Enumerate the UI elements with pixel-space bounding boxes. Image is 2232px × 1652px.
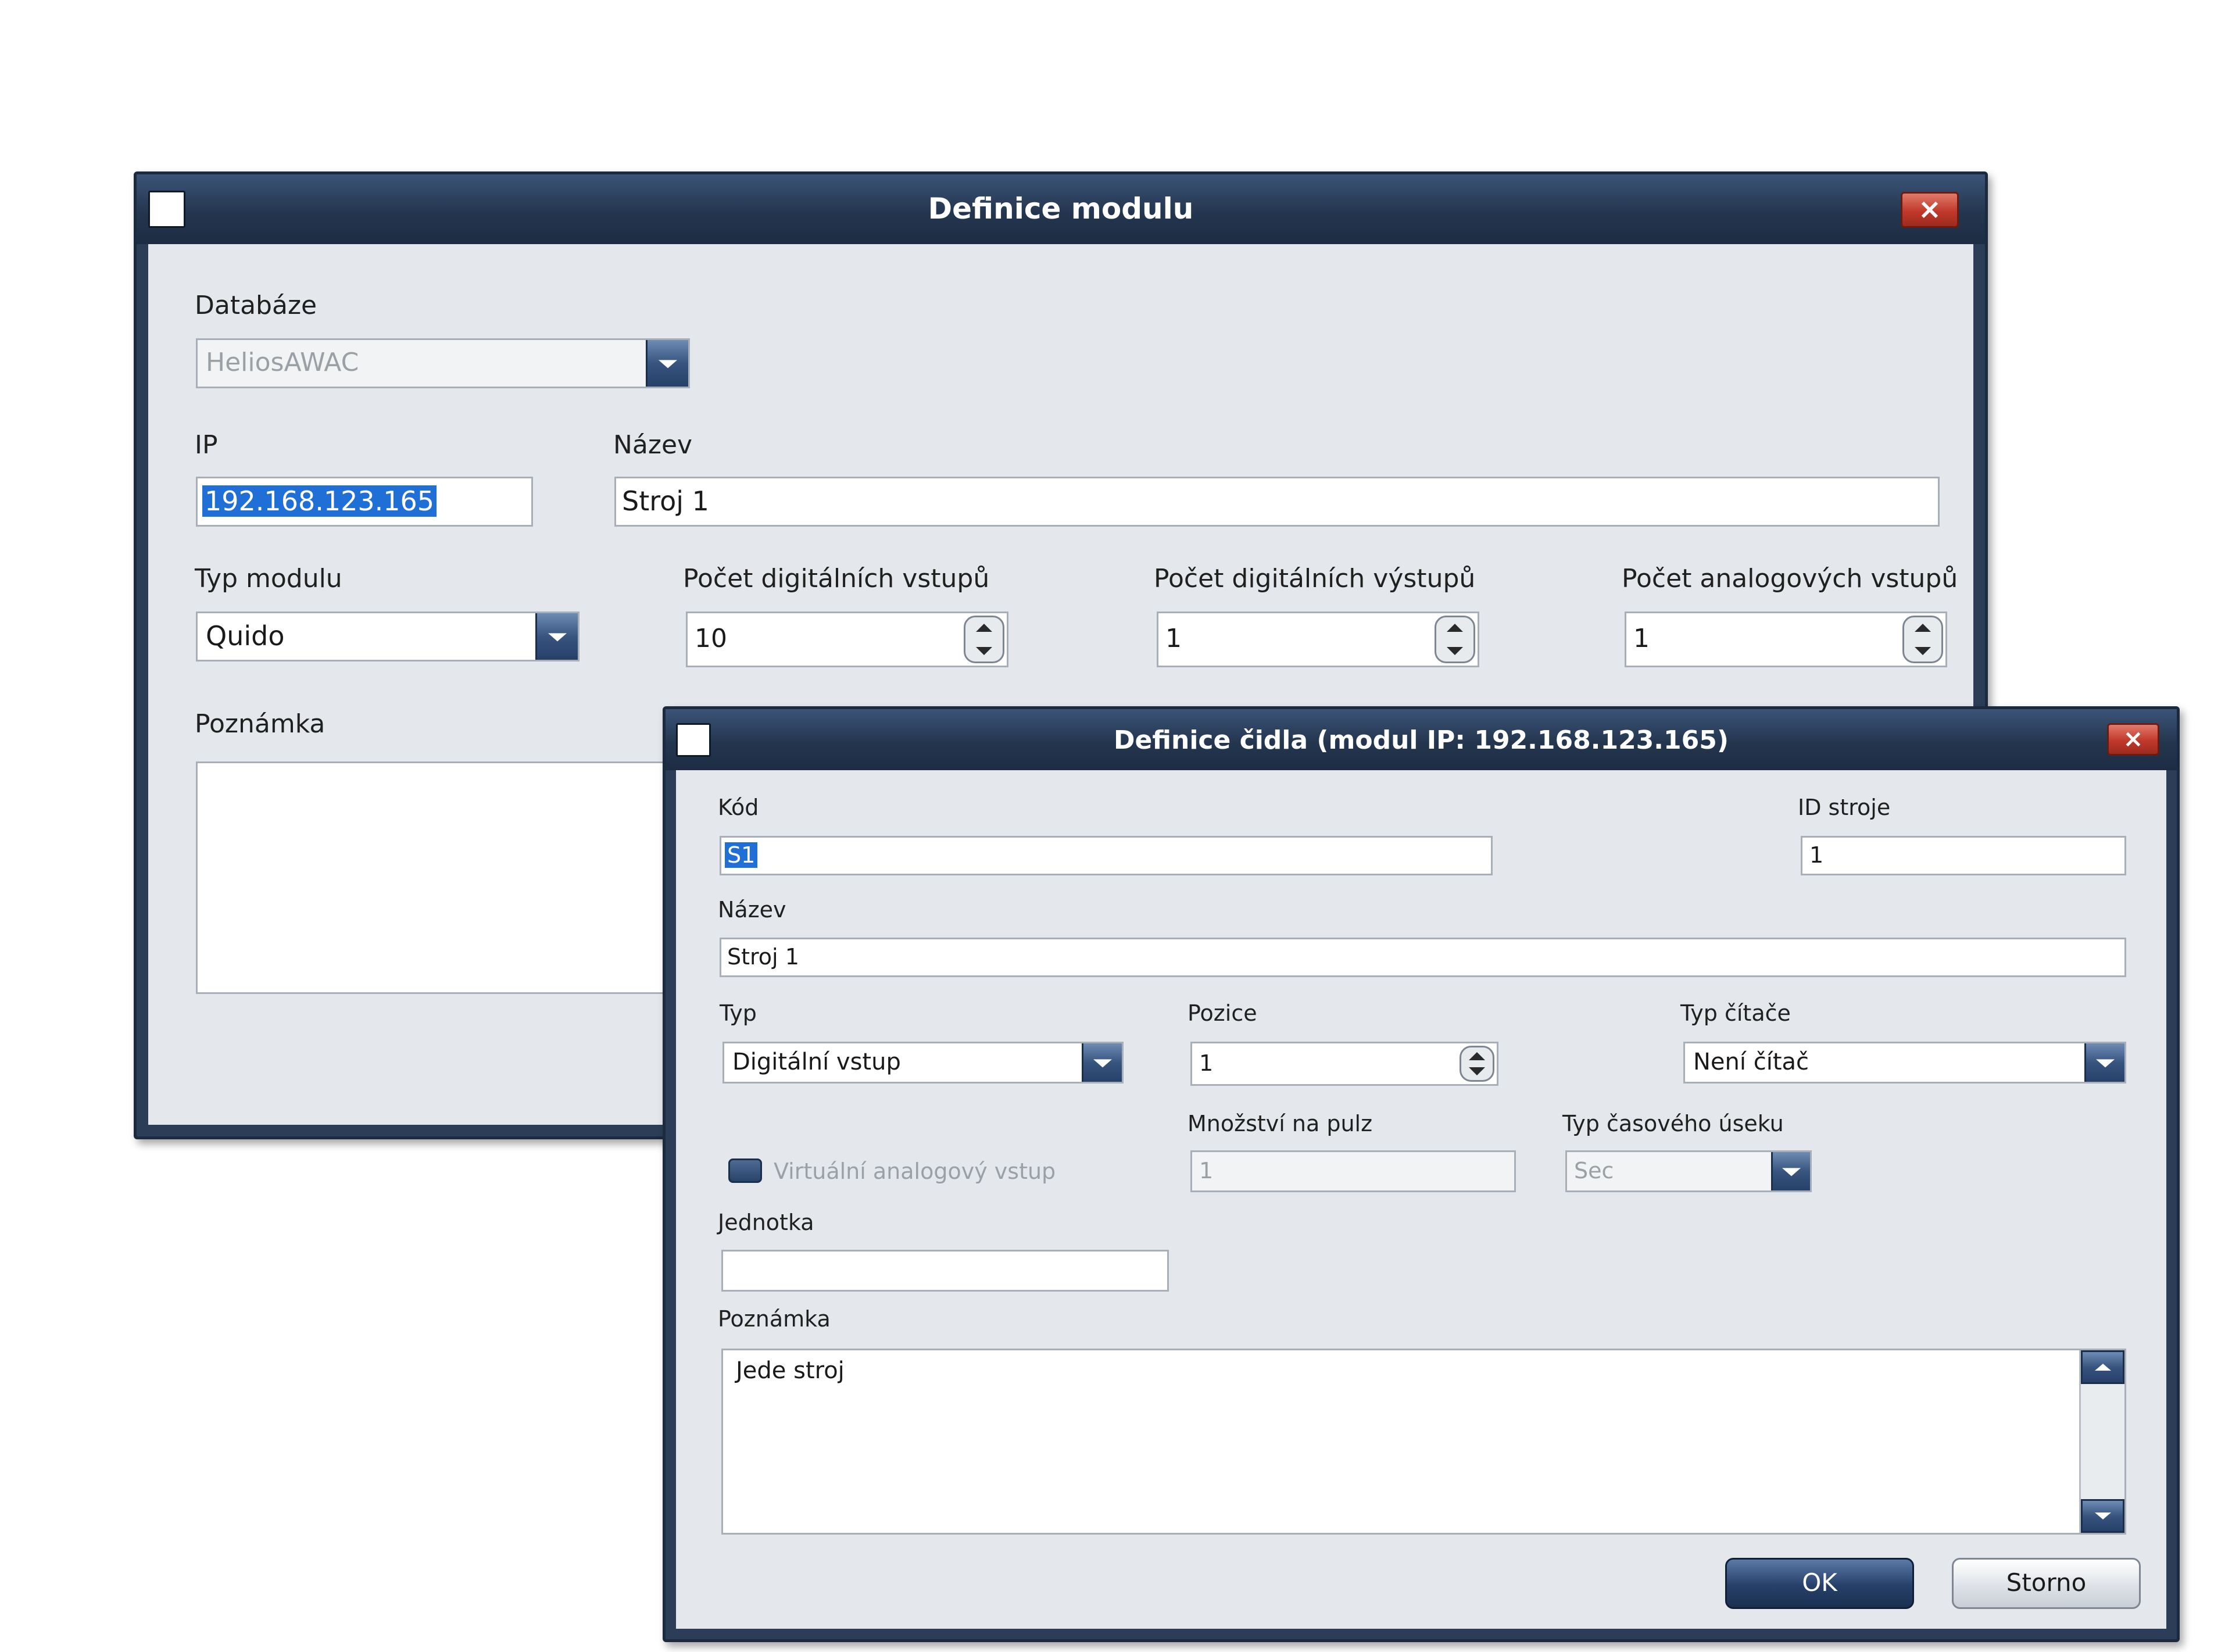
scroll-down-icon[interactable] bbox=[2081, 1499, 2124, 1533]
counter-type-select[interactable]: Není čítač bbox=[1683, 1042, 2126, 1084]
virtual-analog-checkbox[interactable] bbox=[728, 1158, 762, 1183]
machine-id-input-value: 1 bbox=[1809, 842, 1824, 868]
machine-id-input[interactable]: 1 bbox=[1801, 836, 2126, 875]
type-select[interactable]: Digitální vstup bbox=[722, 1042, 1124, 1084]
module-type-select[interactable]: Quido bbox=[196, 612, 580, 661]
machine-id-label: ID stroje bbox=[1798, 795, 1891, 820]
sensor-name-label: Název bbox=[718, 897, 786, 922]
sensor-note-textarea-value: Jede stroj bbox=[736, 1357, 845, 1384]
sensor-note-label: Poznámka bbox=[718, 1306, 831, 1332]
spinner-arrows-icon[interactable] bbox=[964, 616, 1004, 663]
position-label: Pozice bbox=[1187, 1000, 1257, 1026]
analog-inputs-stepper[interactable]: 1 bbox=[1625, 612, 1947, 667]
module-type-select-value: Quido bbox=[206, 620, 285, 652]
digital-inputs-stepper[interactable]: 10 bbox=[686, 612, 1008, 667]
ip-input[interactable]: 192.168.123.165 bbox=[196, 477, 533, 527]
digital-outputs-stepper[interactable]: 1 bbox=[1157, 612, 1479, 667]
amount-per-pulse-label: Množství na pulz bbox=[1187, 1111, 1373, 1136]
module-dialog-titlebar[interactable]: Definice modulu × bbox=[137, 174, 1985, 244]
ip-input-value: 192.168.123.165 bbox=[202, 485, 437, 517]
ok-button[interactable]: OK bbox=[1725, 1558, 1914, 1609]
type-label: Typ bbox=[720, 1000, 757, 1026]
time-period-label: Typ časového úseku bbox=[1562, 1111, 1784, 1136]
module-type-label: Typ modulu bbox=[195, 564, 342, 593]
name-label: Název bbox=[613, 430, 693, 460]
spinner-arrows-icon[interactable] bbox=[1902, 616, 1943, 663]
database-label: Databáze bbox=[195, 291, 317, 320]
type-select-value: Digitální vstup bbox=[732, 1049, 901, 1075]
amount-per-pulse-input[interactable]: 1 bbox=[1190, 1150, 1516, 1192]
module-dialog-title: Definice modulu bbox=[928, 192, 1194, 226]
digital-inputs-label: Počet digitálních vstupů bbox=[683, 564, 990, 593]
analog-inputs-label: Počet analogových vstupů bbox=[1622, 564, 1958, 593]
unit-label: Jednotka bbox=[718, 1210, 814, 1235]
sensor-note-textarea[interactable]: Jede stroj bbox=[721, 1349, 2126, 1535]
counter-type-select-value: Není čítač bbox=[1693, 1049, 1809, 1075]
close-icon[interactable]: × bbox=[2107, 723, 2159, 756]
position-stepper-value: 1 bbox=[1199, 1050, 1214, 1076]
unit-input[interactable] bbox=[721, 1250, 1169, 1292]
sensor-dialog: Definice čidla (modul IP: 192.168.123.16… bbox=[663, 706, 2180, 1642]
counter-type-label: Typ čítače bbox=[1680, 1000, 1791, 1026]
analog-inputs-value: 1 bbox=[1633, 624, 1650, 653]
time-period-select-value: Sec bbox=[1574, 1158, 1614, 1183]
chevron-down-icon[interactable] bbox=[535, 613, 578, 660]
code-label: Kód bbox=[718, 795, 759, 820]
sensor-name-input[interactable]: Stroj 1 bbox=[720, 938, 2126, 977]
cancel-button[interactable]: Storno bbox=[1952, 1558, 2141, 1609]
close-icon[interactable]: × bbox=[1901, 192, 1959, 228]
name-input-value: Stroj 1 bbox=[622, 485, 709, 517]
note-scrollbar[interactable] bbox=[2079, 1350, 2124, 1533]
amount-per-pulse-input-value: 1 bbox=[1199, 1158, 1214, 1183]
digital-outputs-value: 1 bbox=[1165, 624, 1182, 653]
chevron-down-icon[interactable] bbox=[1082, 1043, 1122, 1082]
code-input-value: S1 bbox=[725, 842, 758, 868]
note-label: Poznámka bbox=[195, 709, 326, 739]
time-period-select[interactable]: Sec bbox=[1565, 1150, 1812, 1192]
chevron-down-icon[interactable] bbox=[2084, 1043, 2124, 1082]
chevron-down-icon[interactable] bbox=[646, 340, 688, 387]
spinner-arrows-icon[interactable] bbox=[1435, 616, 1475, 663]
digital-inputs-value: 10 bbox=[695, 624, 727, 653]
position-stepper[interactable]: 1 bbox=[1190, 1042, 1498, 1086]
virtual-analog-label: Virtuální analogový vstup bbox=[774, 1158, 1056, 1184]
sensor-name-input-value: Stroj 1 bbox=[727, 944, 799, 970]
chevron-down-icon[interactable] bbox=[1771, 1152, 1810, 1190]
sensor-dialog-title: Definice čidla (modul IP: 192.168.123.16… bbox=[1114, 725, 1729, 755]
scroll-up-icon[interactable] bbox=[2081, 1350, 2124, 1384]
sensor-dialog-body: Kód S1 ID stroje 1 Název Stroj 1 Typ Dig… bbox=[676, 770, 2166, 1629]
database-select[interactable]: HeliosAWAC bbox=[196, 338, 690, 388]
digital-outputs-label: Počet digitálních výstupů bbox=[1154, 564, 1476, 593]
ip-label: IP bbox=[195, 430, 218, 460]
sensor-dialog-titlebar[interactable]: Definice čidla (modul IP: 192.168.123.16… bbox=[666, 709, 2177, 770]
spinner-arrows-icon[interactable] bbox=[1460, 1046, 1494, 1082]
code-input[interactable]: S1 bbox=[720, 836, 1493, 875]
name-input[interactable]: Stroj 1 bbox=[614, 477, 1940, 527]
database-select-value: HeliosAWAC bbox=[206, 348, 359, 377]
